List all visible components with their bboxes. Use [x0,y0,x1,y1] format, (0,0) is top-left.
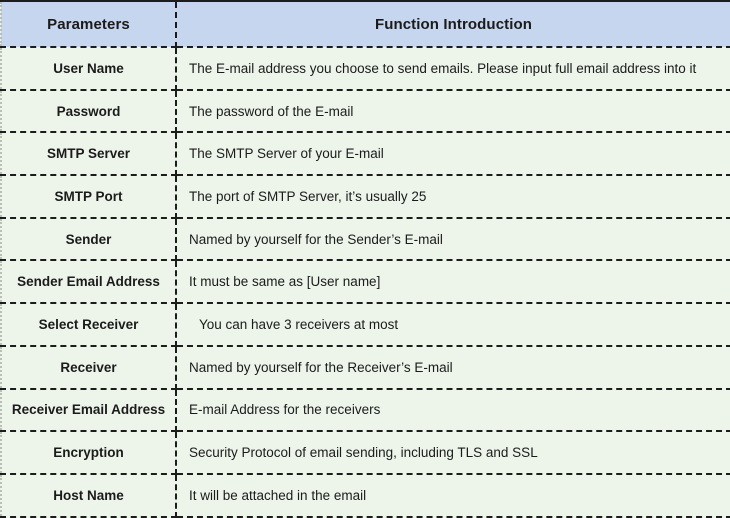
parameter-name-cell: Sender [0,217,177,262]
table-row: Receiver Named by yourself for the Receiv… [0,345,730,390]
table-row: Select Receiver You can have 3 receivers … [0,303,730,347]
table-header-row: Parameters Function Introduction [0,0,730,48]
parameter-description-cell: E-mail Address for the receivers [176,388,730,433]
parameters-table: Parameters Function Introduction User Na… [0,0,730,518]
parameter-name-cell: Sender Email Address [0,260,177,305]
table-row: Sender Email Address It must be same as [… [0,260,730,305]
parameter-name-cell: Receiver [0,345,177,390]
table-body: User Name The E-mail address you choose t… [0,47,730,518]
parameter-name-cell: SMTP Port [0,175,177,219]
parameter-description-cell: It will be attached in the email [176,473,730,518]
parameter-description-cell: You can have 3 receivers at most [176,303,730,347]
parameter-description-cell: The SMTP Server of your E-mail [176,132,730,177]
column-header-function-introduction: Function Introduction [176,0,730,48]
table-row: Encryption Security Protocol of email sen… [0,431,730,475]
parameter-description-cell: The E-mail address you choose to send em… [176,47,730,91]
parameter-description-cell: It must be same as [User name] [176,260,730,305]
table-row: User Name The E-mail address you choose t… [0,47,730,91]
parameter-name-cell: Host Name [0,473,177,518]
parameter-description-cell: The password of the E-mail [176,89,730,134]
parameter-description-cell: The port of SMTP Server, it’s usually 25 [176,175,730,219]
table-row: Sender Named by yourself for the Sender’s… [0,217,730,262]
parameter-name-cell: SMTP Server [0,132,177,177]
parameter-name-cell: User Name [0,47,177,91]
parameter-name-cell: Receiver Email Address [0,388,177,433]
parameters-table-container: Parameters Function Introduction User Na… [0,0,730,518]
table-row: SMTP Server The SMTP Server of your E-mai… [0,132,730,177]
table-row: Password The password of the E-mail [0,89,730,134]
parameter-description-cell: Security Protocol of email sending, incl… [176,431,730,475]
table-row: Receiver Email Address E-mail Address for… [0,388,730,433]
table-row: Host Name It will be attached in the emai… [0,473,730,518]
parameter-name-cell: Encryption [0,431,177,475]
table-row: SMTP Port The port of SMTP Server, it’s u… [0,175,730,219]
parameter-description-cell: Named by yourself for the Receiver’s E-m… [176,345,730,390]
table-header: Parameters Function Introduction [0,0,730,48]
column-header-parameters: Parameters [0,0,177,48]
parameter-description-cell: Named by yourself for the Sender’s E-mai… [176,217,730,262]
parameter-name-cell: Select Receiver [0,303,177,347]
parameter-name-cell: Password [0,89,177,134]
